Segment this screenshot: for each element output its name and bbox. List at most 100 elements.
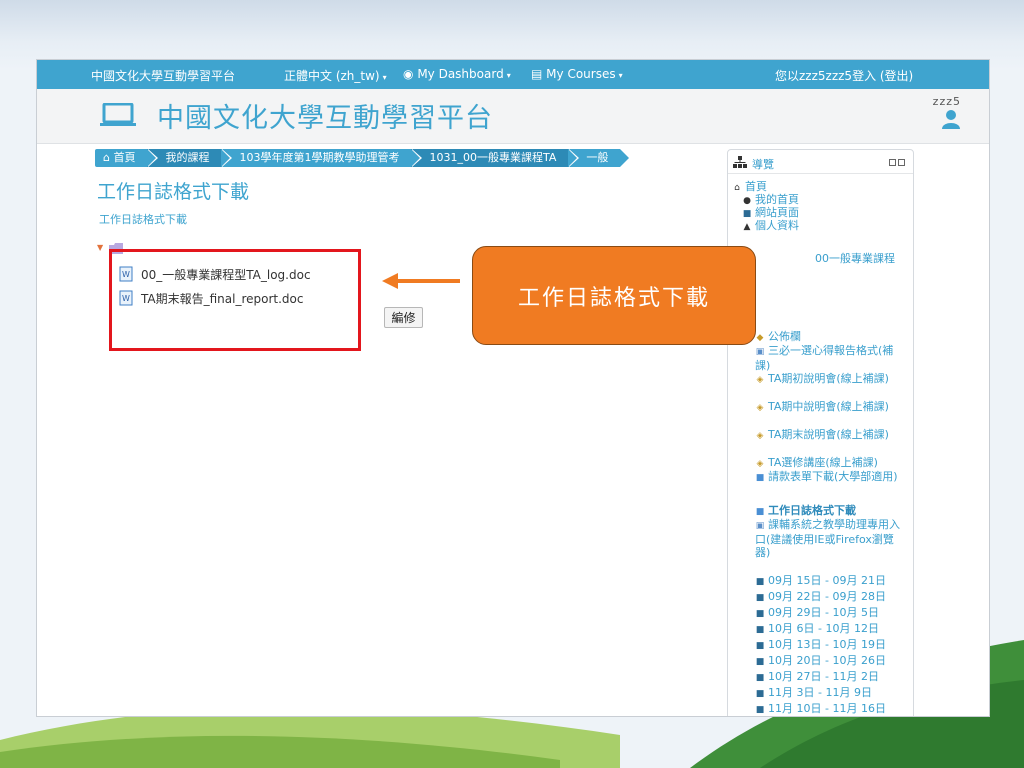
nav-label: 公佈欄	[768, 330, 801, 343]
breadcrumb-term[interactable]: 103學年度第1學期教學助理管考	[221, 149, 423, 167]
page-title: 工作日誌格式下載	[97, 181, 250, 203]
nav-week[interactable]: ■ 11月 10日 - 11月 16日	[755, 702, 886, 716]
nav-label: TA期中說明會(線上補課)	[768, 400, 889, 413]
folder-icon: ■	[755, 657, 765, 667]
laptop-icon	[100, 103, 136, 126]
folder-icon: ■	[755, 625, 765, 635]
nav-week[interactable]: ■ 11月 3日 - 11月 9日	[755, 686, 872, 701]
dock-icon[interactable]	[889, 159, 896, 166]
annotation-highlight-box	[109, 249, 361, 351]
breadcrumb-my-courses[interactable]: 我的課程	[147, 149, 233, 167]
block-actions[interactable]	[889, 159, 905, 166]
browser-screenshot: 中國文化大學互動學習平台 正體中文 (zh_tw) ▾ ◉ My Dashboar…	[36, 59, 990, 717]
login-info-link[interactable]: 您以zzz5zzz5登入 (登出)	[775, 67, 913, 84]
nav-week[interactable]: ■ 10月 20日 - 10月 26日	[755, 654, 886, 669]
folder-icon: ■	[755, 609, 765, 619]
nav-label: 請款表單下載(大學部適用)	[768, 470, 898, 483]
annotation-callout: 工作日誌格式下載	[472, 246, 756, 345]
folder-icon: ■	[755, 577, 765, 587]
home-icon: ⌂	[734, 183, 740, 193]
top-navbar: 中國文化大學互動學習平台 正體中文 (zh_tw) ▾ ◉ My Dashboar…	[37, 60, 989, 89]
page-subtitle: 工作日誌格式下載	[99, 213, 187, 226]
edit-button[interactable]: 編修	[384, 307, 423, 328]
nav-label: TA期末說明會(線上補課)	[768, 428, 889, 441]
caret-down-icon: ▾	[506, 71, 511, 80]
breadcrumb: ⌂ 首頁 我的課程 103學年度第1學期教學助理管考 1031_00一般專業課程…	[95, 149, 632, 167]
navigation-block: 導覽 ⌂ 首頁 ● 我的首頁 ■ 網站頁面 ▲ 個人資料 00一般專業課程 ◆ 公佈欄 ▣…	[727, 149, 914, 716]
user-avatar-icon[interactable]	[941, 109, 961, 129]
nav-item-ta-portal[interactable]: ▣ 課輔系統之教學助理專用入口(建議使用IE或Firefox瀏覽器)	[755, 518, 903, 559]
nav-week[interactable]: ■ 10月 6日 - 10月 12日	[755, 622, 879, 637]
nav-item-elective[interactable]: ◈ TA選修講座(線上補課)	[755, 456, 903, 471]
caret-down-icon: ▾	[618, 71, 623, 80]
navigation-title: 導覽	[752, 158, 774, 171]
video-icon: ◈	[756, 375, 764, 385]
language-menu[interactable]: 正體中文 (zh_tw) ▾	[284, 67, 387, 84]
folder-icon: ■	[755, 673, 765, 683]
word-doc-icon: ▣	[755, 347, 765, 357]
nav-course-partial[interactable]: 00一般專業課程	[815, 252, 895, 265]
folder-icon: ■	[755, 689, 765, 699]
courses-icon: ▤	[531, 67, 543, 81]
video-icon: ◈	[756, 403, 764, 413]
nav-item-forms[interactable]: ■ 請款表單下載(大學部適用)	[755, 470, 903, 485]
nav-label: 三必一選心得報告格式(補課)	[755, 344, 894, 372]
nav-label: 我的首頁	[755, 193, 799, 206]
folder-icon: ■	[755, 593, 765, 603]
nav-item-work-log[interactable]: ■ 工作日誌格式下載	[755, 504, 903, 519]
dashboard-icon: ◉	[403, 67, 414, 81]
folder-icon: ■	[755, 473, 765, 483]
navbar-site-link[interactable]: 中國文化大學互動學習平台	[91, 67, 235, 84]
nav-label: 網站頁面	[755, 206, 799, 219]
nav-label: TA期初說明會(線上補課)	[768, 372, 889, 385]
nav-label: 09月 22日 - 09月 28日	[768, 590, 886, 603]
nav-item-orientation-start[interactable]: ◈ TA期初說明會(線上補課)	[755, 372, 903, 387]
nav-label: 課輔系統之教學助理專用入口(建議使用IE或Firefox瀏覽器)	[755, 518, 900, 559]
tree-collapse-icon[interactable]: ▼	[97, 243, 103, 252]
nav-item-orientation-mid[interactable]: ◈ TA期中說明會(線上補課)	[755, 400, 903, 415]
dashboard-menu[interactable]: ◉ My Dashboard ▾	[403, 67, 511, 81]
nav-label: 10月 6日 - 10月 12日	[768, 622, 879, 635]
nav-week[interactable]: ■ 10月 27日 - 11月 2日	[755, 670, 879, 685]
user-icon: ▲	[743, 222, 751, 232]
user-name: zzz5	[932, 95, 961, 108]
annotation-arrow-left-icon	[382, 273, 460, 289]
nav-label: 09月 29日 - 10月 5日	[768, 606, 879, 619]
nav-label: 11月 3日 - 11月 9日	[768, 686, 872, 699]
nav-item-report-format[interactable]: ▣ 三必一選心得報告格式(補課)	[755, 344, 903, 372]
nav-forum[interactable]: ◆ 公佈欄	[755, 330, 801, 345]
breadcrumb-home[interactable]: ⌂ 首頁	[95, 149, 160, 167]
language-label: 正體中文 (zh_tw)	[284, 69, 380, 83]
folder-icon: ■	[755, 641, 765, 651]
url-icon: ▣	[755, 521, 765, 531]
nav-label: TA選修講座(線上補課)	[768, 456, 878, 469]
home-icon: ⌂	[103, 151, 110, 164]
courses-menu[interactable]: ▤ My Courses ▾	[531, 67, 623, 81]
breadcrumb-course[interactable]: 1031_00一般專業課程TA	[411, 149, 580, 167]
breadcrumb-label: 首頁	[113, 151, 136, 164]
folder-icon: ■	[755, 705, 765, 715]
navigation-block-header: 導覽	[728, 150, 913, 174]
nav-label: 10月 13日 - 10月 19日	[768, 638, 886, 651]
video-icon: ◈	[756, 431, 764, 441]
caret-down-icon: ▾	[382, 73, 387, 82]
site-title[interactable]: 中國文化大學互動學習平台	[157, 96, 493, 135]
sitemap-icon	[733, 156, 747, 168]
collapse-icon[interactable]	[898, 159, 905, 166]
site-header: 中國文化大學互動學習平台 zzz5	[37, 89, 989, 144]
nav-label: 10月 20日 - 10月 26日	[768, 654, 886, 667]
courses-label: My Courses	[546, 67, 616, 81]
nav-label: 10月 27日 - 11月 2日	[768, 670, 879, 683]
nav-label: 個人資料	[755, 219, 799, 232]
nav-week[interactable]: ■ 09月 22日 - 09月 28日	[755, 590, 886, 605]
nav-week[interactable]: ■ 09月 15日 - 09月 21日	[755, 574, 886, 589]
nav-label: 工作日誌格式下載	[768, 504, 856, 517]
nav-label: 11月 10日 - 11月 16日	[768, 702, 886, 715]
nav-week[interactable]: ■ 09月 29日 - 10月 5日	[755, 606, 879, 621]
nav-label: 首頁	[745, 180, 767, 193]
nav-item-orientation-end[interactable]: ◈ TA期末說明會(線上補課)	[755, 428, 903, 443]
dashboard-label: My Dashboard	[417, 67, 504, 81]
nav-week[interactable]: ■ 10月 13日 - 10月 19日	[755, 638, 886, 653]
nav-profile[interactable]: ▲ 個人資料	[742, 219, 799, 234]
nav-label: 09月 15日 - 09月 21日	[768, 574, 886, 587]
